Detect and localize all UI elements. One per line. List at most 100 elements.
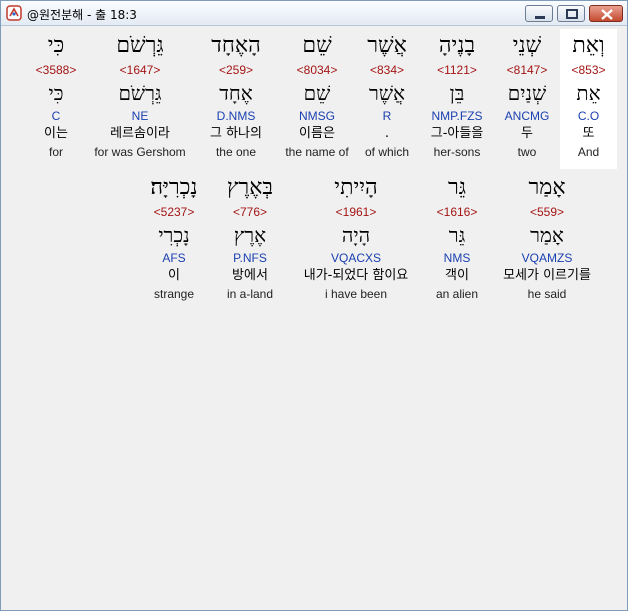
parsing-code: NMSG xyxy=(299,109,335,123)
minimize-icon xyxy=(535,16,545,19)
strong-number[interactable]: <1121> xyxy=(419,61,495,79)
lexical-form: אֲשֶׁר xyxy=(369,81,405,105)
word-column[interactable]: שְׁנֵי <8147> שְׁנַיִם ANCMG 두 two xyxy=(497,31,557,161)
korean-gloss: 모세가 이르기를 xyxy=(503,268,591,283)
parsing-code: NMS xyxy=(443,251,471,265)
lexical-form: אֵת xyxy=(576,81,601,105)
parsing-code: ANCMG xyxy=(504,109,550,123)
english-gloss: the one xyxy=(215,145,257,159)
hebrew-word: גֵּרְשֹׁם xyxy=(116,33,164,58)
korean-gloss: 이 xyxy=(168,268,180,283)
minimize-button[interactable] xyxy=(525,5,553,22)
word-column[interactable]: גֵּר <1616> גֵּר NMS 객이 an alien xyxy=(427,173,487,303)
english-gloss: he said xyxy=(527,287,567,301)
word-column[interactable]: בָנֶיהָ <1121> בֵּן NMP.FZS 그-아들을 her-so… xyxy=(419,31,495,161)
korean-gloss: 두 xyxy=(521,126,533,141)
parsing-code: P.NFS xyxy=(233,251,267,265)
strong-number[interactable]: <8034> xyxy=(279,61,355,79)
maximize-button[interactable] xyxy=(557,5,585,22)
parsing-code: C xyxy=(51,109,61,123)
korean-gloss: 또 xyxy=(582,126,595,141)
hebrew-word: הָיִיתִי xyxy=(334,175,378,200)
lexical-form: אֶחָד xyxy=(219,81,253,105)
lexical-form: כִּי xyxy=(48,81,64,105)
strong-number[interactable]: <5237> xyxy=(137,203,211,221)
korean-gloss: 이름은 xyxy=(299,126,335,141)
hebrew-word: בָנֶיהָ xyxy=(438,33,476,58)
strong-number[interactable]: <559> xyxy=(491,203,603,221)
english-gloss: the name of xyxy=(285,145,349,159)
word-column[interactable]: גֵּרְשֹׁם <1647> גֵּרְשֹׁם NE 레르솜이라 for … xyxy=(87,31,193,161)
parsing-code: C.O xyxy=(577,109,600,123)
window-title: @원전분해 - 출 18:3 xyxy=(27,8,137,22)
verse-analysis-area: וְאֵת <853> אֵת C.O 또 And שְׁנֵי <8147> … xyxy=(7,29,621,607)
word-column[interactable]: הָיִיתִי <1961> הָיָה VQACXS 내가-되었다 함이요 … xyxy=(291,173,421,303)
english-gloss: two xyxy=(517,145,537,159)
parsing-code: NMP.FZS xyxy=(431,109,483,123)
parsing-code: D.NMS xyxy=(216,109,256,123)
strong-number[interactable]: <1647> xyxy=(87,61,193,79)
hebrew-word: שְׁנֵי xyxy=(512,33,542,58)
english-gloss: in a-land xyxy=(226,287,274,301)
lexical-form: גֵּרְשֹׁם xyxy=(118,81,162,105)
english-gloss: of which xyxy=(364,145,410,159)
hebrew-word: נָכְרִיָּה׃ xyxy=(150,175,198,200)
strong-number[interactable]: <834> xyxy=(359,61,415,79)
parsing-code: VQACXS xyxy=(330,251,381,265)
korean-gloss: 객이 xyxy=(445,268,469,283)
word-column[interactable]: אֲשֶׁר <834> אֲשֶׁר R . of which xyxy=(359,31,415,161)
parsing-code: NE xyxy=(131,109,149,123)
close-button[interactable] xyxy=(589,5,623,22)
korean-gloss: 그-아들을 xyxy=(430,126,484,141)
lexical-form: גֵּר xyxy=(448,223,466,247)
word-column[interactable]: כִּי <3588> כִּי C 이는 for xyxy=(29,31,83,161)
strong-number[interactable]: <853> xyxy=(560,61,617,79)
english-gloss: for was Gershom xyxy=(94,145,186,159)
parsing-code: R xyxy=(382,109,392,123)
app-logo-icon xyxy=(6,5,22,21)
english-gloss: i have been xyxy=(324,287,388,301)
hebrew-word: שֵׁם xyxy=(302,33,332,58)
hebrew-word: וְאֵת xyxy=(572,33,605,58)
english-gloss: And xyxy=(577,145,600,159)
hebrew-word: הָאֶחָד xyxy=(211,33,261,58)
strong-number[interactable]: <1616> xyxy=(427,203,487,221)
title-bar[interactable]: @원전분해 - 출 18:3 xyxy=(1,1,627,26)
lexical-form: אֶרֶץ xyxy=(233,223,267,247)
korean-gloss: . xyxy=(384,126,390,141)
korean-gloss: 이는 xyxy=(44,126,68,141)
lexical-form: שֵׁם xyxy=(303,81,331,105)
strong-number[interactable]: <3588> xyxy=(29,61,83,79)
hebrew-word: אָמַר xyxy=(528,175,566,200)
restore-icon xyxy=(566,9,578,19)
hebrew-word: אֲשֶׁר xyxy=(367,33,407,58)
lexical-form: שְׁנַיִם xyxy=(507,81,547,105)
parsing-code: AFS xyxy=(162,251,186,265)
word-column[interactable]: הָאֶחָד <259> אֶחָד D.NMS 그 하나의 the one xyxy=(197,31,275,161)
word-column[interactable]: שֵׁם <8034> שֵׁם NMSG 이름은 the name of xyxy=(279,31,355,161)
word-column[interactable]: אָמַר <559> אָמַר VQAMZS 모세가 이르기를 he sai… xyxy=(491,173,603,303)
korean-gloss: 그 하나의 xyxy=(210,126,262,141)
strong-number[interactable]: <8147> xyxy=(497,61,557,79)
english-gloss: an alien xyxy=(435,287,479,301)
strong-number[interactable]: <1961> xyxy=(291,203,421,221)
hebrew-word: כִּי xyxy=(47,33,65,58)
app-window: @원전분해 - 출 18:3 וְאֵת <853> אֵת C.O 또 And xyxy=(0,0,628,611)
strong-number[interactable]: <259> xyxy=(197,61,275,79)
hebrew-word: בְּאֶרֶץ xyxy=(226,175,274,200)
close-icon xyxy=(601,9,613,20)
word-column[interactable]: בְּאֶרֶץ <776> אֶרֶץ P.NFS 방에서 in a-land xyxy=(219,173,281,303)
lexical-form: הָיָה xyxy=(341,223,371,247)
lexical-form: אָמַר xyxy=(530,223,564,247)
english-gloss: strange xyxy=(153,287,195,301)
lexical-form: נָכְרִי xyxy=(158,223,190,247)
korean-gloss: 레르솜이라 xyxy=(110,126,170,141)
english-gloss: for xyxy=(48,145,63,159)
strong-number[interactable]: <776> xyxy=(219,203,281,221)
korean-gloss: 내가-되었다 함이요 xyxy=(303,268,409,283)
word-column[interactable]: וְאֵת <853> אֵת C.O 또 And xyxy=(560,31,617,161)
korean-gloss: 방에서 xyxy=(232,268,268,283)
parsing-code: VQAMZS xyxy=(521,251,573,265)
word-column[interactable]: נָכְרִיָּה׃ <5237> נָכְרִי AFS 이 strange xyxy=(137,173,211,303)
lexical-form: בֵּן xyxy=(449,81,465,105)
